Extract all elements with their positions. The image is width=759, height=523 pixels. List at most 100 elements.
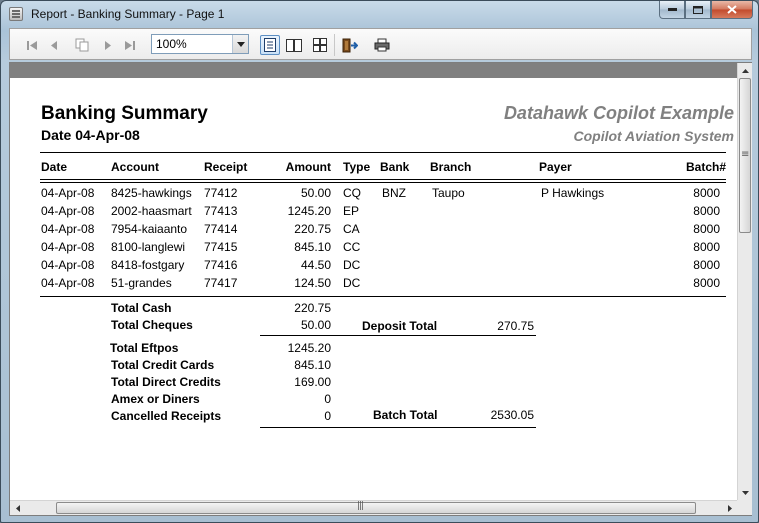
next-page-button[interactable]	[98, 35, 118, 55]
horizontal-scroll-thumb[interactable]	[56, 501, 696, 514]
scroll-down-button[interactable]	[738, 485, 753, 500]
exit-button[interactable]	[340, 35, 360, 55]
cell-receipt: 77412	[204, 186, 238, 200]
cell-batch: 8000	[693, 222, 720, 236]
previous-page-icon	[51, 40, 57, 50]
cell-account: 2002-haasmart	[111, 204, 192, 218]
column-header-payer: Payer	[539, 160, 572, 174]
print-button[interactable]	[372, 35, 392, 55]
total-direct-credits-label: Total Direct Credits	[111, 375, 221, 389]
column-header-type: Type	[343, 160, 371, 174]
close-button[interactable]	[711, 1, 753, 19]
vertical-scroll-thumb[interactable]	[739, 78, 751, 233]
toolbar-separator	[334, 34, 335, 56]
cell-batch: 8000	[693, 276, 720, 290]
column-header-account: Account	[111, 160, 159, 174]
printer-icon	[374, 38, 390, 52]
column-header-divider-top	[40, 179, 726, 180]
cell-date: 04-Apr-08	[41, 222, 95, 236]
zoom-dropdown-button[interactable]	[232, 35, 248, 53]
cell-account: 8425-hawkings	[111, 186, 192, 200]
total-eftpos-label: Total Eftpos	[110, 341, 179, 355]
cell-receipt: 77414	[204, 222, 238, 236]
cell-batch: 8000	[693, 240, 720, 254]
cell-date: 04-Apr-08	[41, 204, 95, 218]
cell-type: CC	[343, 240, 361, 254]
go-to-page-button[interactable]	[72, 35, 92, 55]
amex-diners-label: Amex or Diners	[111, 392, 200, 406]
cell-batch: 8000	[693, 186, 720, 200]
total-credit-cards-value: 845.10	[294, 358, 331, 372]
total-cash-value: 220.75	[294, 301, 331, 315]
zoom-select[interactable]: 100%	[151, 34, 249, 54]
horizontal-scrollbar[interactable]	[10, 500, 737, 515]
chevron-down-icon	[236, 41, 245, 47]
cell-type: CQ	[343, 186, 361, 200]
window-controls	[659, 1, 753, 19]
total-eftpos-value: 1245.20	[287, 341, 331, 355]
column-header-divider-bottom	[40, 182, 726, 183]
last-page-button[interactable]	[120, 35, 140, 55]
cell-batch: 8000	[693, 258, 720, 272]
cell-account: 7954-kaiaanto	[111, 222, 188, 236]
batch-total-label: Batch Total	[373, 408, 438, 422]
four-pages-icon	[313, 38, 327, 52]
zoom-value: 100%	[156, 37, 187, 51]
minimize-icon	[667, 8, 677, 11]
scroll-right-button[interactable]	[722, 501, 737, 516]
report-date: Date 04-Apr-08	[41, 127, 140, 143]
scroll-left-button[interactable]	[10, 501, 25, 516]
deposit-total-value: 270.75	[497, 319, 534, 333]
cell-amount: 44.50	[300, 258, 331, 272]
cell-amount: 845.10	[294, 240, 331, 254]
cell-bank: BNZ	[382, 186, 406, 200]
first-page-icon	[27, 40, 37, 50]
next-page-icon	[105, 40, 111, 50]
cell-batch: 8000	[693, 204, 720, 218]
column-header-date: Date	[41, 160, 68, 174]
two-page-view-button[interactable]	[284, 35, 304, 55]
report-page: Banking Summary Date 04-Apr-08 Datahawk …	[10, 78, 737, 500]
arrow-up-icon	[742, 68, 749, 73]
title-bar[interactable]: Report - Banking Summary - Page 1	[1, 1, 758, 27]
cell-date: 04-Apr-08	[41, 186, 95, 200]
cell-type: DC	[343, 276, 361, 290]
minimize-button[interactable]	[659, 1, 685, 19]
vertical-scrollbar[interactable]	[737, 63, 752, 500]
cancelled-receipts-label: Cancelled Receipts	[111, 409, 222, 423]
column-header-batch: Batch#	[685, 160, 726, 174]
report-window: Report - Banking Summary - Page 1 100% B…	[0, 0, 759, 523]
maximize-icon	[693, 5, 703, 14]
first-page-button[interactable]	[22, 35, 42, 55]
cell-receipt: 77413	[204, 204, 238, 218]
scroll-up-button[interactable]	[738, 63, 753, 78]
total-cheques-label: Total Cheques	[111, 318, 193, 332]
window-title: Report - Banking Summary - Page 1	[31, 7, 225, 21]
arrow-left-icon	[15, 505, 20, 512]
cell-date: 04-Apr-08	[41, 276, 95, 290]
cell-payer: P Hawkings	[541, 186, 605, 200]
four-page-view-button[interactable]	[310, 35, 330, 55]
previous-page-button[interactable]	[44, 35, 64, 55]
total-cheques-value: 50.00	[300, 318, 331, 332]
total-direct-credits-value: 169.00	[294, 375, 331, 389]
batch-total-value: 2530.05	[490, 408, 534, 422]
total-cash-label: Total Cash	[111, 301, 172, 315]
single-page-view-button[interactable]	[260, 35, 280, 55]
single-page-icon	[264, 38, 276, 52]
cell-amount: 50.00	[300, 186, 331, 200]
two-pages-icon	[286, 38, 302, 52]
cell-account: 51-grandes	[111, 276, 172, 290]
cell-receipt: 77416	[204, 258, 238, 272]
deposit-total-label: Deposit Total	[362, 319, 438, 333]
cell-receipt: 77415	[204, 240, 238, 254]
cell-type: CA	[343, 222, 360, 236]
amex-diners-value: 0	[324, 392, 331, 406]
arrow-down-icon	[742, 490, 749, 495]
column-header-receipt: Receipt	[204, 160, 248, 174]
report-title: Banking Summary	[41, 103, 208, 124]
cell-account: 8418-fostgary	[111, 258, 185, 272]
report-subtitle: Copilot Aviation System	[573, 128, 734, 144]
arrow-right-icon	[727, 505, 732, 512]
maximize-button[interactable]	[685, 1, 711, 19]
